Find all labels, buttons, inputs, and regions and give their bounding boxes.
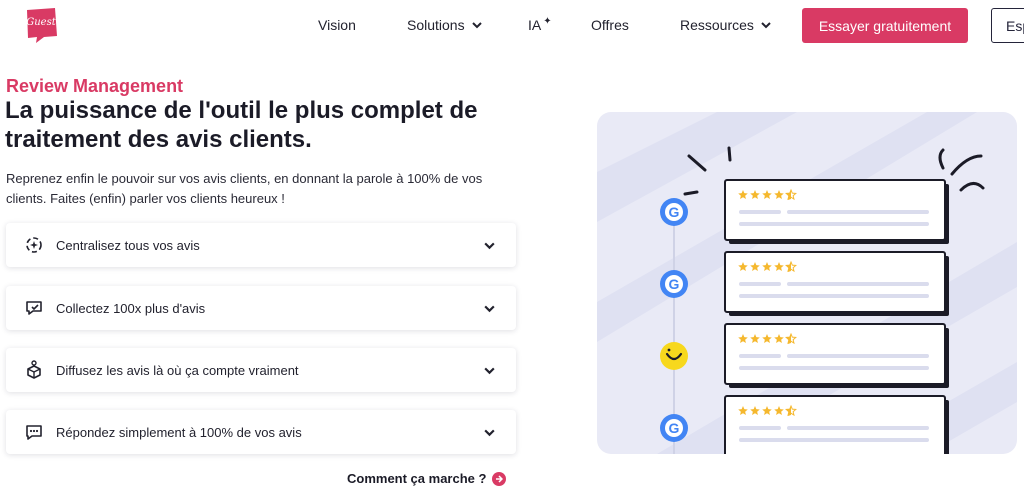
guest-logo[interactable]: Guest	[22, 6, 60, 44]
feature-accordion-reply[interactable]: Répondez simplement à 100% de vos avis	[6, 410, 516, 454]
centralize-icon	[26, 237, 42, 253]
text-placeholder	[739, 438, 929, 442]
chevron-down-icon	[484, 367, 495, 374]
chevron-down-icon	[484, 429, 495, 436]
text-placeholder	[787, 210, 929, 214]
feature-accordion-broadcast[interactable]: Diffusez les avis là où ça compte vraime…	[6, 348, 516, 392]
chevron-down-icon	[484, 242, 495, 249]
reviews-illustration: G G G	[597, 112, 1017, 454]
svg-text:Guest: Guest	[26, 17, 56, 28]
sparkle-icon: ✦	[543, 15, 552, 27]
text-placeholder	[739, 222, 929, 226]
nav-item-label: Ressources	[680, 17, 754, 33]
section-eyebrow: Review Management	[6, 76, 184, 96]
collect-icon	[26, 301, 42, 315]
svg-text:G: G	[669, 276, 680, 292]
how-it-works-link[interactable]: Comment ça marche ?	[347, 471, 507, 486]
nav-item-vision[interactable]: Vision	[318, 17, 356, 33]
text-placeholder	[739, 210, 781, 214]
text-placeholder	[787, 426, 929, 430]
text-placeholder	[739, 294, 929, 298]
nav-item-label: IA	[528, 17, 542, 33]
chevron-down-icon	[471, 22, 482, 29]
review-card	[724, 179, 949, 244]
nav-item-label: Solutions	[407, 17, 465, 33]
secondary-space-button[interactable]: Esp	[991, 8, 1024, 43]
arrow-right-icon	[492, 471, 507, 486]
svg-text:G: G	[669, 420, 680, 436]
chevron-down-icon	[484, 305, 495, 312]
nav-item-ressources[interactable]: Ressources	[680, 17, 772, 33]
nav-item-label: Vision	[318, 17, 356, 33]
broadcast-icon	[27, 360, 41, 379]
reply-icon	[26, 425, 42, 440]
svg-text:G: G	[669, 204, 680, 220]
text-placeholder	[787, 354, 929, 358]
nav-item-ia[interactable]: IA ✦	[528, 15, 552, 34]
feature-label: Répondez simplement à 100% de vos avis	[56, 424, 302, 440]
page-title: La puissance de l'outil le plus complet …	[5, 97, 478, 153]
google-icon: G	[660, 270, 688, 298]
feature-label: Centralisez tous vos avis	[56, 237, 200, 253]
text-placeholder	[739, 366, 929, 370]
text-placeholder	[787, 282, 929, 286]
motion-line	[727, 146, 732, 162]
intro-paragraph: Reprenez enfin le pouvoir sur vos avis c…	[6, 171, 483, 206]
nav-item-solutions[interactable]: Solutions	[407, 17, 483, 33]
feature-label: Collectez 100x plus d'avis	[56, 300, 206, 316]
motion-line	[683, 190, 699, 196]
top-navigation: Guest Vision Solutions IA ✦ Offres Resso…	[0, 0, 1024, 50]
chevron-down-icon	[761, 22, 771, 29]
smiley-icon	[660, 342, 688, 370]
feature-label: Diffusez les avis là où ça compte vraime…	[56, 362, 299, 378]
nav-item-offres[interactable]: Offres	[591, 17, 629, 33]
review-card	[724, 323, 949, 388]
google-icon: G	[660, 414, 688, 442]
nav-item-label: Offres	[591, 17, 629, 33]
how-it-works-label: Comment ça marche ?	[347, 471, 487, 486]
feature-accordion-collect[interactable]: Collectez 100x plus d'avis	[6, 286, 516, 330]
text-placeholder	[739, 426, 781, 430]
text-placeholder	[739, 354, 781, 358]
try-free-button[interactable]: Essayer gratuitement	[802, 8, 968, 43]
review-card	[724, 395, 949, 454]
feature-accordion-centralize[interactable]: Centralisez tous vos avis	[6, 223, 516, 267]
google-icon: G	[660, 198, 688, 226]
text-placeholder	[739, 282, 781, 286]
review-card	[724, 251, 949, 316]
